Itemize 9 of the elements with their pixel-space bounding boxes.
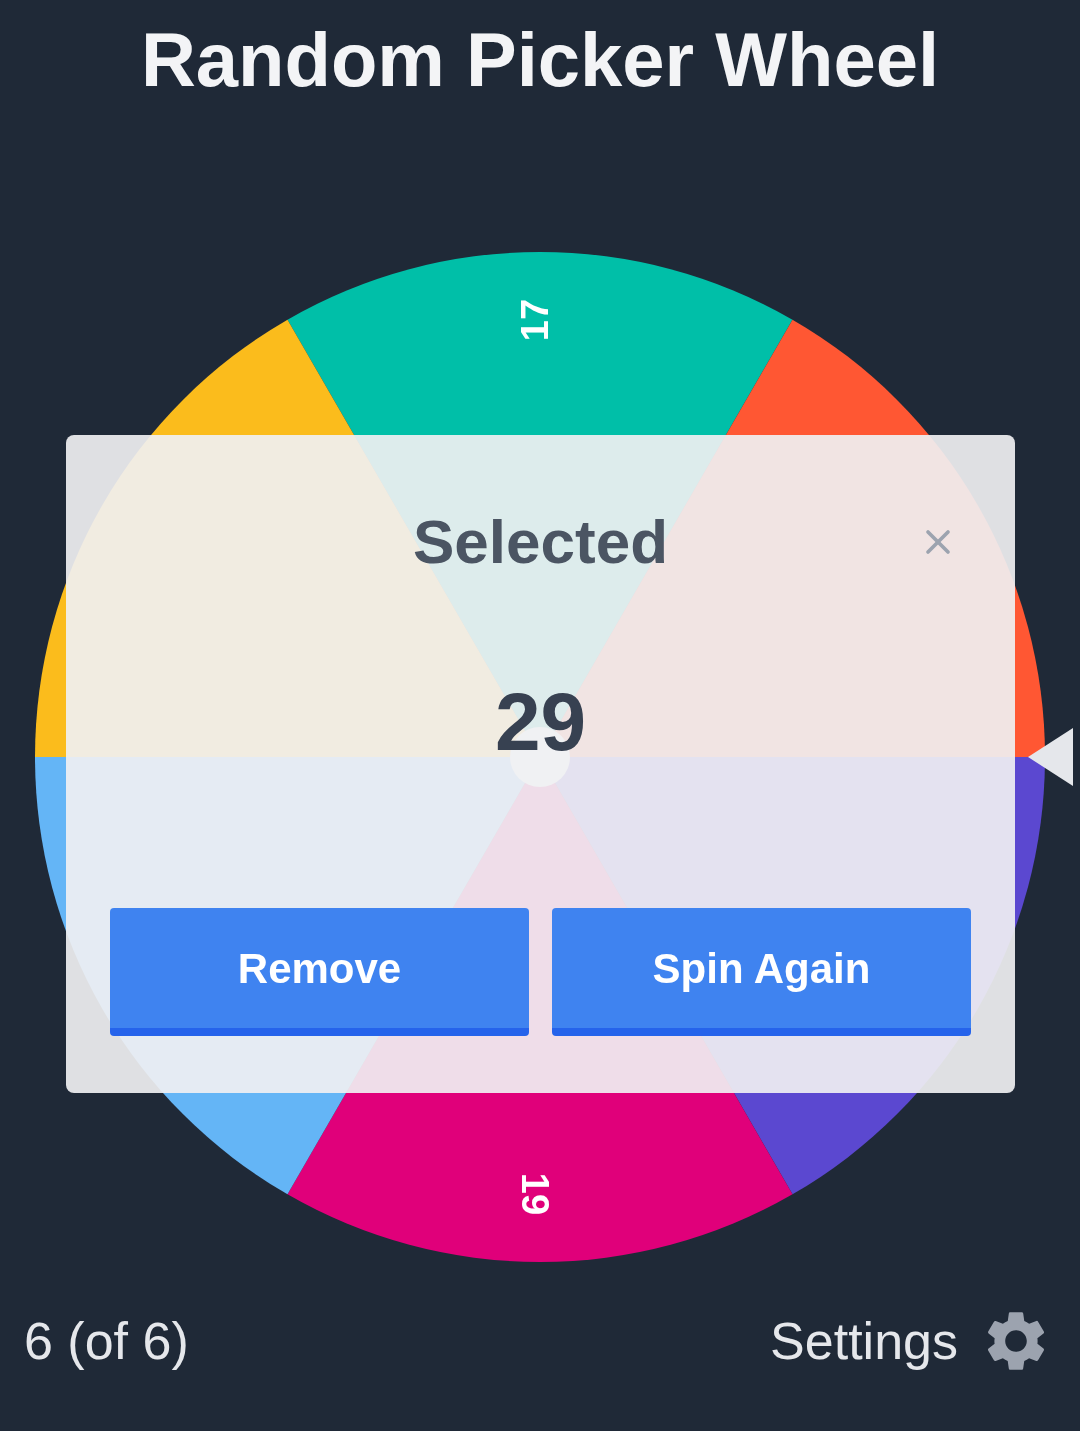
remove-button[interactable]: Remove xyxy=(110,908,529,1036)
segment-label: 17 xyxy=(514,298,556,342)
pointer-icon xyxy=(1028,728,1073,786)
settings-button[interactable]: Settings xyxy=(770,1305,1052,1377)
page-title: Random Picker Wheel xyxy=(140,22,940,98)
segment-label: 19 xyxy=(514,1172,556,1216)
dialog-title: Selected xyxy=(413,511,668,573)
selected-value: 29 xyxy=(494,681,587,763)
spin-again-button[interactable]: Spin Again xyxy=(552,908,971,1036)
